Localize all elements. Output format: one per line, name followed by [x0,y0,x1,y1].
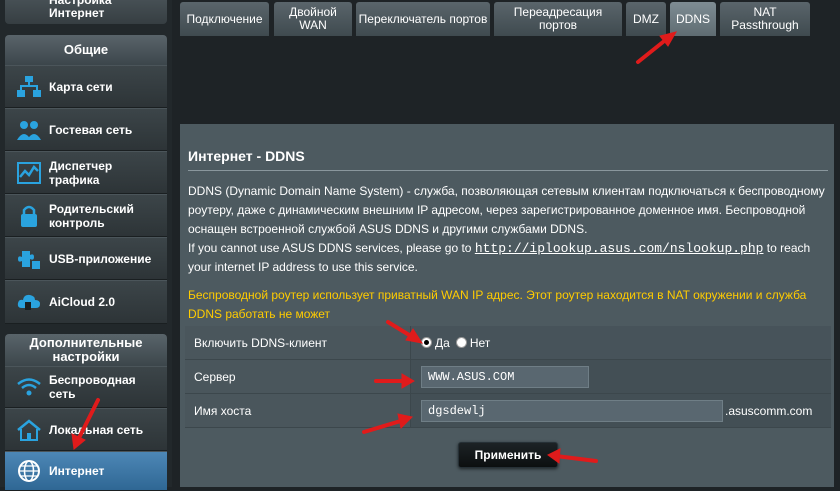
traffic-manager-icon [15,159,43,187]
ddns-panel: Интернет - DDNS DDNS (Dynamic Domain Nam… [180,124,834,487]
usb-app-icon [15,245,43,273]
description-text: DDNS (Dynamic Domain Name System) - служ… [188,184,825,236]
hostname-field-cell: dgsdewlj .asuscomm.com [411,394,831,427]
sidebar-item-guest-network[interactable]: Гостевая сеть [5,108,167,151]
ddns-description: DDNS (Dynamic Domain Name System) - служ… [188,182,828,277]
ddns-yes-label: Да [435,335,450,350]
tab-port-switch[interactable]: Переключатель портов [356,2,490,36]
tab-nat-passthrough[interactable]: NAT Passthrough [720,2,810,36]
sidebar-item-internet[interactable]: Интернет [5,451,167,491]
form-row-hostname: Имя хоста dgsdewlj .asuscomm.com [185,394,831,428]
iplookup-link[interactable]: http://iplookup.asus.com/nslookup.php [475,241,764,256]
sidebar-item-parental-control[interactable]: Родительский контроль [5,194,167,237]
ddns-yes-radio[interactable] [421,337,432,348]
sidebar: Настройка Интернет Общие Карта сети Гост… [0,0,172,491]
sidebar-item-label: Карта сети [49,79,113,94]
sidebar-item-network-map[interactable]: Карта сети [5,65,167,108]
description-asus-text: If you cannot use ASUS DDNS services, pl… [188,241,475,255]
server-label: Сервер [185,360,411,393]
tab-connection[interactable]: Подключение [180,2,269,36]
internet-globe-icon [15,457,43,485]
sidebar-item-label: AiCloud 2.0 [49,295,116,309]
sidebar-item-label: Локальная сеть [49,422,144,437]
sidebar-item-label: Гостевая сеть [49,122,133,137]
aicloud-icon [15,288,43,316]
title-divider [188,170,828,171]
sidebar-item-usb-app[interactable]: USB-приложение [5,237,167,280]
sidebar-item-aicloud[interactable]: AiCloud 2.0 [5,280,167,324]
hostname-label: Имя хоста [185,394,411,427]
sidebar-item-label: Родительский контроль [49,201,134,230]
page-title: Интернет - DDNS [188,148,305,164]
tab-port-forwarding[interactable]: Переадресация портов [494,2,622,36]
ddns-no-label: Нет [469,335,491,350]
sidebar-item-label: USB-приложение [49,251,152,266]
sidebar-header-advanced: Дополнительные настройки [5,334,167,366]
enable-ddns-label: Включить DDNS-клиент [185,326,411,359]
nat-warning: Беспроводной роутер использует приватный… [188,288,807,321]
sidebar-item-wireless[interactable]: Беспроводная сеть [5,366,167,408]
sidebar-item-label: Беспроводная сеть [49,373,136,401]
sidebar-item-label: Настройка Интернет [49,0,112,20]
hostname-input[interactable]: dgsdewlj [421,399,723,422]
tab-ddns[interactable]: DDNS [670,2,716,36]
ddns-no-radio[interactable] [455,337,467,348]
sidebar-header-general: Общие [5,35,167,65]
server-field-cell: WWW.ASUS.COM [411,360,831,393]
hostname-suffix: .asuscomm.com [725,403,813,418]
tab-dual-wan[interactable]: Двойной WAN [274,2,352,36]
tab-dmz[interactable]: DMZ [626,2,666,36]
arrow-to-ddns-tab [636,31,678,64]
form-row-server: Сервер WWW.ASUS.COM [185,360,831,394]
sidebar-item-label: Интернет [49,464,105,478]
guest-network-icon [15,116,43,144]
lan-home-icon [15,416,43,444]
wireless-icon [15,373,43,401]
sidebar-item-internet-setup[interactable]: Настройка Интернет [5,0,167,24]
ddns-form: Включить DDNS-клиент Да Нет Сервер WWW.A… [185,326,831,428]
sidebar-item-lan[interactable]: Локальная сеть [5,408,167,451]
parental-control-icon [15,202,43,230]
form-row-enable: Включить DDNS-клиент Да Нет [185,326,831,360]
sidebar-item-label: Диспетчер трафика [49,158,113,187]
sidebar-item-traffic-manager[interactable]: Диспетчер трафика [5,151,167,194]
apply-button[interactable]: Применить [458,442,558,468]
server-input[interactable]: WWW.ASUS.COM [421,365,589,388]
enable-ddns-options: Да Нет [411,326,831,359]
network-map-icon [15,73,43,101]
